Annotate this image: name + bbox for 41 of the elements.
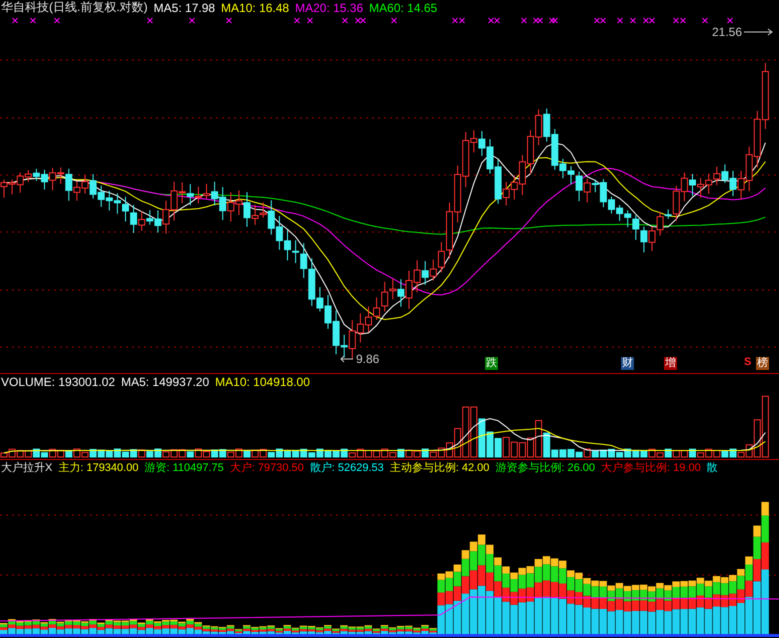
moving-average-value: MA5: 17.98 bbox=[154, 0, 216, 14]
moving-average-value: MA10: 16.48 bbox=[221, 0, 290, 14]
cross-mark-icon bbox=[630, 18, 636, 24]
arrow-icon bbox=[744, 28, 774, 36]
cross-mark-icon bbox=[702, 18, 708, 24]
indicator-value: 主力: 179340.00 bbox=[58, 460, 138, 475]
indicator-value: 主动参与比例: 42.00 bbox=[390, 460, 490, 475]
indicator-value: 游资: 110497.75 bbox=[144, 461, 224, 475]
event-badge: 增 bbox=[664, 357, 677, 370]
moving-average-value: MA60: 14.65 bbox=[369, 0, 438, 14]
event-badge: 跌 bbox=[485, 357, 498, 370]
indicator-value: 散 bbox=[706, 461, 718, 475]
volume-value: MA10: 104918.00 bbox=[215, 374, 310, 388]
volume-value: VOLUME: 193001.02 bbox=[1, 374, 116, 388]
indicator-value: 大户参与比例: 19.00 bbox=[601, 460, 701, 475]
event-badge: 财 bbox=[621, 357, 634, 370]
low-price-label: 9.86 bbox=[356, 352, 380, 366]
indicator-value: 大户: 79730.50 bbox=[230, 460, 304, 475]
high-price-label: 21.56 bbox=[712, 25, 742, 39]
indicator-value: 散户: 52629.53 bbox=[310, 460, 384, 475]
cross-mark-icon bbox=[294, 18, 300, 24]
event-badge: 榜 bbox=[756, 357, 769, 370]
cross-mark-icon bbox=[147, 18, 153, 24]
arrow-icon bbox=[340, 355, 354, 363]
cross-mark-icon bbox=[342, 18, 348, 24]
cross-mark-icon bbox=[226, 18, 232, 24]
signal-mark: S bbox=[744, 356, 752, 368]
indicator-title: 大户拉升X bbox=[1, 460, 52, 475]
chart-title: 华自科技(日线.前复权.对数) bbox=[1, 0, 148, 16]
cross-mark-icon bbox=[12, 18, 18, 24]
cross-mark-icon bbox=[307, 18, 313, 24]
indicator-value: 游资参与比例: 26.00 bbox=[495, 461, 596, 475]
cross-mark-icon bbox=[189, 18, 195, 24]
cross-mark-icon bbox=[617, 18, 623, 24]
cross-mark-icon bbox=[521, 18, 527, 24]
volume-value: MA5: 149937.20 bbox=[121, 374, 210, 388]
cross-mark-icon bbox=[727, 18, 733, 24]
cross-mark-icon bbox=[54, 18, 60, 24]
cross-mark-icon bbox=[30, 18, 36, 24]
moving-average-value: MA20: 15.36 bbox=[295, 0, 364, 14]
cross-mark-icon bbox=[391, 18, 397, 24]
